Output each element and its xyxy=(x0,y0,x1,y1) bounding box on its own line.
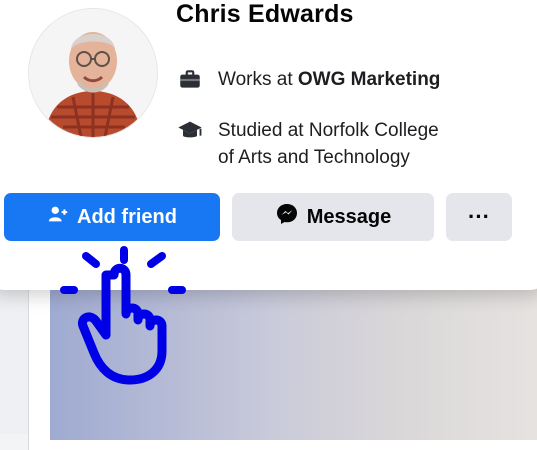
work-place: OWG Marketing xyxy=(297,69,441,90)
work-prefix: Works at xyxy=(218,69,298,90)
education-info: Studied at Norfolk College of Arts and T… xyxy=(176,117,506,171)
briefcase-icon xyxy=(176,66,204,94)
profile-avatar[interactable] xyxy=(28,8,158,138)
profile-hover-card: Chris Edwards Works at OWG Marketing Stu… xyxy=(0,0,537,290)
message-button[interactable]: Message xyxy=(232,193,434,241)
work-text: Works at OWG Marketing xyxy=(218,66,440,93)
education-place-line1: Norfolk College xyxy=(308,120,439,141)
message-label: Message xyxy=(306,205,392,228)
add-person-icon xyxy=(47,203,69,231)
education-place-line2: of Arts and Technology xyxy=(218,147,410,168)
graduation-cap-icon xyxy=(176,117,204,145)
more-options-label: ··· xyxy=(468,204,490,229)
education-prefix: Studied at xyxy=(218,120,309,141)
avatar-photo xyxy=(29,9,157,137)
cover-photo-background xyxy=(50,270,537,440)
more-options-button[interactable]: ··· xyxy=(446,193,512,241)
profile-name[interactable]: Chris Edwards xyxy=(176,0,354,29)
messenger-icon xyxy=(275,202,299,232)
add-friend-label: Add friend xyxy=(77,205,177,228)
add-friend-button[interactable]: Add friend xyxy=(4,193,220,241)
education-text: Studied at Norfolk College of Arts and T… xyxy=(218,117,439,171)
work-info: Works at OWG Marketing xyxy=(176,66,440,94)
